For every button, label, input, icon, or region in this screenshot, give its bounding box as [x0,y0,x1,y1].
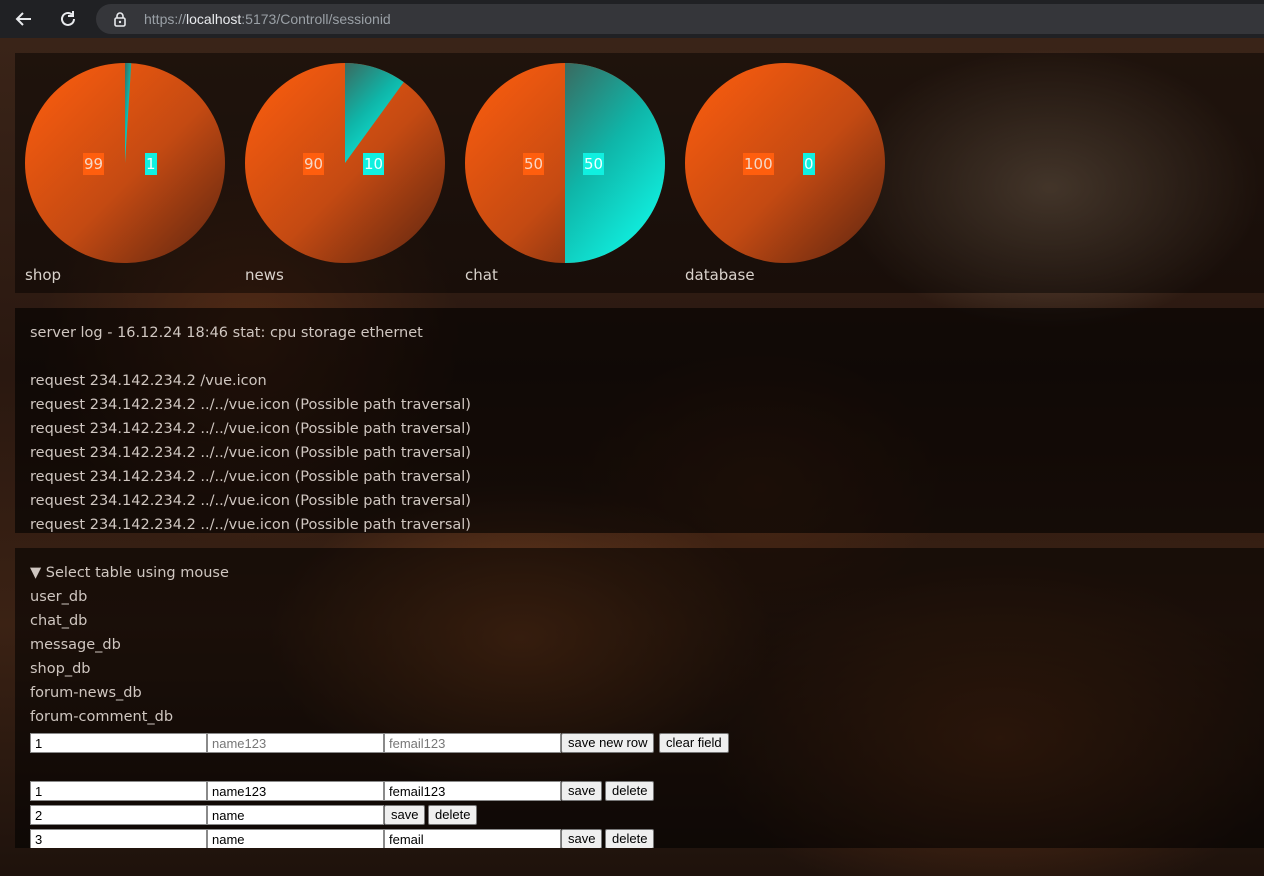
table-select-toggle[interactable]: ▼ Select table using mouse [30,565,229,581]
address-bar[interactable]: https://localhost:5173/Controll/sessioni… [96,4,1264,34]
pie-chart-shop: 99 1 shop [25,63,225,293]
pie-label: database [685,266,755,284]
row-name-field[interactable] [207,829,384,848]
new-row-id-field[interactable] [30,733,207,753]
pie-svg [245,63,445,263]
url-text: https://localhost:5173/Controll/sessioni… [144,11,391,27]
pie-svg [465,63,665,263]
row-id-field[interactable] [30,781,207,801]
reload-icon[interactable] [56,7,80,31]
pie-value-a: 90 [303,153,325,175]
lock-icon[interactable] [112,11,128,31]
database-panel: ▼ Select table using mouse user_db chat_… [15,548,1264,848]
url-host: localhost [186,11,242,27]
pie-value-a: 99 [83,153,105,175]
table-item-shop-db[interactable]: shop_db [30,661,90,677]
row-id-field[interactable] [30,829,207,848]
url-scheme: https:// [144,11,187,27]
log-line: request 234.142.234.2 ../../vue.icon (Po… [30,493,471,509]
new-row-email-field[interactable] [384,733,561,753]
pie-value-a: 50 [523,153,545,175]
row-name-field[interactable] [207,805,384,825]
pie-svg [685,63,885,263]
new-row-name-field[interactable] [207,733,384,753]
pie-value-b: 1 [145,153,157,175]
row-save-button[interactable]: save [561,829,603,848]
log-line: request 234.142.234.2 ../../vue.icon (Po… [30,397,471,413]
pie-label: shop [25,266,62,284]
log-header: server log - 16.12.24 18:46 stat: cpu st… [30,325,423,341]
pie-chart-chat: 50 50 chat [465,63,665,293]
row-save-button[interactable]: save [384,805,426,825]
row-email-field[interactable] [384,829,561,848]
log-line: request 234.142.234.2 ../../vue.icon (Po… [30,445,471,461]
row-delete-button[interactable]: delete [605,829,655,848]
pie-svg [25,63,225,263]
pie-value-b: 10 [363,153,385,175]
pie-value-a: 100 [743,153,774,175]
row-save-button[interactable]: save [561,781,603,801]
pie-label: chat [465,266,498,284]
log-line: request 234.142.234.2 ../../vue.icon (Po… [30,421,471,437]
row-delete-button[interactable]: delete [605,781,655,801]
clear-field-button[interactable]: clear field [659,733,729,753]
table-item-chat-db[interactable]: chat_db [30,613,87,629]
pie-chart-database: 100 0 database [685,63,885,293]
table-item-forum-news-db[interactable]: forum-news_db [30,685,142,701]
pie-slice-a [685,63,885,263]
pie-value-b: 0 [803,153,815,175]
charts-panel: 99 1 shop 90 10 news 50 50 chat 100 0 da… [15,53,1264,293]
row-name-field[interactable] [207,781,384,801]
url-path: :5173/Controll/sessionid [241,11,391,27]
browser-toolbar: https://localhost:5173/Controll/sessioni… [0,0,1264,38]
log-line: request 234.142.234.2 /vue.icon [30,373,267,389]
log-line: request 234.142.234.2 ../../vue.icon (Po… [30,469,471,485]
pie-label: news [245,266,284,284]
log-line: request 234.142.234.2 ../../vue.icon (Po… [30,517,471,533]
page: 99 1 shop 90 10 news 50 50 chat 100 0 da… [0,38,1264,876]
row-id-field[interactable] [30,805,207,825]
table-item-message-db[interactable]: message_db [30,637,121,653]
server-log-panel[interactable]: server log - 16.12.24 18:46 stat: cpu st… [15,308,1264,533]
table-item-forum-comment-db[interactable]: forum-comment_db [30,709,173,725]
row-delete-button[interactable]: delete [428,805,478,825]
pie-value-b: 50 [583,153,605,175]
pie-chart-news: 90 10 news [245,63,445,293]
pie-slice-b [565,63,665,263]
save-new-row-button[interactable]: save new row [561,733,655,753]
row-email-field[interactable] [384,781,561,801]
back-arrow-icon[interactable] [12,7,36,31]
table-item-user-db[interactable]: user_db [30,589,87,605]
